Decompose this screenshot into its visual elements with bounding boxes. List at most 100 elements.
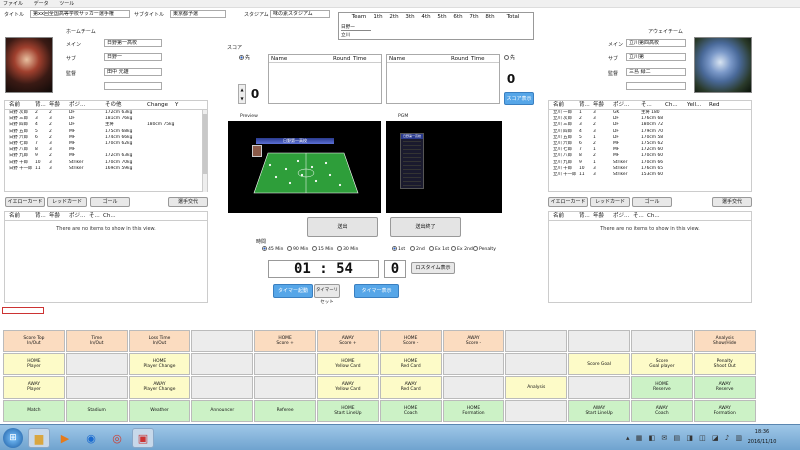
action-loss-time-in-out-button[interactable]: Loss Time In/Out — [128, 330, 191, 353]
action-score-goal-player-button[interactable]: Score Goal player — [631, 353, 693, 376]
away-sub-col-other[interactable]: そ... — [633, 212, 647, 221]
action-referee-button[interactable]: Referee — [254, 399, 316, 422]
action-score-top-in-out-button[interactable]: Score Top In/Out — [3, 330, 65, 353]
home-player-row[interactable]: 日野 十一郎 11 3 Striker 169cm 59kg — [5, 166, 207, 172]
away-sub-col-position[interactable]: ポジ... — [613, 212, 633, 221]
home-coach-input[interactable]: 田中 元雄 — [104, 68, 162, 76]
away-col-other[interactable]: そ... — [641, 101, 665, 110]
home-sub-col-name[interactable]: 名前 — [5, 212, 35, 221]
home-sub-list[interactable]: 名前 背... 年齢 ポジ... そ... Ch... There are no item… — [4, 211, 208, 303]
added-time-show-button[interactable]: ロスタイム表示 — [411, 262, 455, 274]
action-score-goal-button[interactable]: Score Goal — [568, 353, 630, 376]
timer-reset-button[interactable]: タイマーリセット — [314, 284, 340, 305]
away-sub-input[interactable]: 立川第 — [626, 53, 686, 61]
action-home-red-card-button[interactable]: HOME Red Card — [379, 353, 442, 376]
edge-icon[interactable]: ◉ — [80, 428, 102, 448]
action-away-score-button[interactable]: AWAY Score + — [317, 330, 379, 353]
time-45-radio[interactable]: 45 Min — [262, 246, 283, 252]
home-col-name[interactable]: 名前 — [5, 101, 35, 110]
action-penalty-shoot-out-button[interactable]: Penalty Shoot Out — [693, 353, 756, 376]
away-goal-button[interactable]: ゴール — [632, 197, 672, 207]
home-sub-col-number[interactable]: 背... — [35, 212, 49, 221]
send-button[interactable]: 送出 — [307, 217, 378, 237]
home-scroll-thumb[interactable] — [203, 114, 207, 174]
action-analysis-show-hide-button[interactable]: Analysis Show/Hide — [693, 330, 756, 353]
start-button-icon[interactable]: ⊞ — [3, 428, 23, 448]
explorer-icon[interactable]: ▆ — [28, 428, 50, 448]
away-player-list[interactable]: 名前 背... 年齢 ポジ... そ... Ch... Yell... Red 立川 一郎 1 3… — [548, 100, 752, 192]
away-first-radio[interactable]: 先 — [504, 54, 515, 61]
home-col-other[interactable]: その他 — [105, 101, 147, 110]
time-90-radio[interactable]: 90 Min — [287, 246, 308, 252]
action-away-red-card-button[interactable]: AWAY Red Card — [379, 376, 442, 399]
away-sub-list[interactable]: 名前 背... 年齢 ポジ... そ... Ch... There are no item… — [548, 211, 752, 303]
action-home-player-change-button[interactable]: HOME Player Change — [128, 353, 191, 376]
action-away-player-button[interactable]: AWAY Player — [3, 376, 65, 399]
action-stadium-button[interactable]: Stadium — [65, 399, 128, 422]
action-home-formation-button[interactable]: HOME Formation — [442, 399, 505, 422]
action-time-in-out-button[interactable]: Time In/Out — [65, 330, 128, 353]
home-col-yellow[interactable]: Y — [175, 101, 183, 110]
home-score-col-time[interactable]: Time — [353, 55, 373, 63]
away-extra-input[interactable] — [626, 82, 686, 90]
home-main-input[interactable]: 日野第一高校 — [104, 39, 162, 47]
action-analysis-button[interactable]: Analysis — [505, 376, 568, 399]
home-sub-col-position[interactable]: ポジ... — [69, 212, 89, 221]
home-score-col-name[interactable]: Name — [269, 55, 333, 63]
away-score-col-round[interactable]: Round — [451, 55, 471, 63]
action-home-score-button[interactable]: HOME Score + — [254, 330, 316, 353]
home-score-list[interactable]: Name Round Time — [268, 54, 382, 104]
action-away-formation-button[interactable]: AWAY Formation — [693, 399, 756, 422]
home-sub-col-age[interactable]: 年齢 — [49, 212, 69, 221]
action-home-start-lineup-button[interactable]: HOME Start LineUp — [317, 399, 379, 422]
stadium-input[interactable]: 味の素スタジアム — [270, 10, 330, 18]
half-ex1-radio[interactable]: Ex 1st — [429, 246, 449, 252]
menu-tools[interactable]: ツール — [59, 0, 74, 8]
away-col-change[interactable]: Ch... — [665, 101, 687, 110]
action-away-yellow-card-button[interactable]: AWAY Yellow Card — [317, 376, 379, 399]
taskbar-clock[interactable]: 18:36 — [742, 429, 782, 435]
away-substitution-button[interactable]: 選手交代 — [712, 197, 752, 207]
menu-data[interactable]: データ — [34, 0, 49, 8]
time-30-radio[interactable]: 30 Min — [337, 246, 358, 252]
action-home-coach-button[interactable]: HOME Coach — [379, 399, 442, 422]
away-score-col-name[interactable]: Name — [387, 55, 451, 63]
home-substitution-button[interactable]: 選手交代 — [168, 197, 208, 207]
half-ex2-radio[interactable]: Ex 2nd — [451, 246, 473, 252]
home-first-radio[interactable]: 先 — [239, 54, 250, 61]
away-col-number[interactable]: 背... — [579, 101, 593, 110]
home-col-position[interactable]: ポジ... — [69, 101, 105, 110]
timer-start-button[interactable]: タイマー起動 — [273, 284, 313, 298]
home-col-number[interactable]: 背... — [35, 101, 49, 110]
away-col-name[interactable]: 名前 — [549, 101, 579, 110]
title-input[interactable]: 第xx回全国高等学校サッカー選手権 — [30, 10, 130, 18]
home-sub-col-change[interactable]: Ch... — [103, 212, 123, 221]
action-away-start-lineup-button[interactable]: AWAY Start LineUp — [568, 399, 630, 422]
home-sub-col-other[interactable]: そ... — [89, 212, 103, 221]
media-player-icon[interactable]: ▶ — [54, 428, 76, 448]
action-home-player-button[interactable]: HOME Player — [3, 353, 65, 376]
home-red-card-button[interactable]: レッドカード — [47, 197, 87, 207]
away-col-yellow[interactable]: Yell... — [687, 101, 709, 110]
away-sub-col-number[interactable]: 背... — [579, 212, 593, 221]
away-red-card-button[interactable]: レッドカード — [590, 197, 630, 207]
action-away-reserve-button[interactable]: AWAY Reserve — [693, 376, 756, 399]
action-away-coach-button[interactable]: AWAY Coach — [631, 399, 693, 422]
home-extra-input[interactable] — [104, 82, 162, 90]
action-match-button[interactable]: Match — [3, 399, 65, 422]
home-score-col-round[interactable]: Round — [333, 55, 353, 63]
app-taskbar-icon[interactable]: ▣ — [132, 428, 154, 448]
away-coach-input[interactable]: 三島 緑二 — [626, 68, 686, 76]
away-score-col-time[interactable]: Time — [471, 55, 491, 63]
subtitle-input[interactable]: 東京都予選 — [170, 10, 226, 18]
taskbar-date[interactable]: 2016/11/10 — [738, 439, 786, 445]
home-col-age[interactable]: 年齢 — [49, 101, 69, 110]
half-2nd-radio[interactable]: 2nd — [410, 246, 425, 252]
action-home-score-button[interactable]: HOME Score - — [379, 330, 442, 353]
half-1st-radio[interactable]: 1st — [392, 246, 405, 252]
home-list-scrollbar[interactable] — [202, 110, 207, 192]
timer-show-button[interactable]: タイマー表示 — [354, 284, 399, 298]
action-home-yellow-card-button[interactable]: HOME Yellow Card — [317, 353, 379, 376]
action-away-player-change-button[interactable]: AWAY Player Change — [128, 376, 191, 399]
away-sub-col-change[interactable]: Ch... — [647, 212, 667, 221]
